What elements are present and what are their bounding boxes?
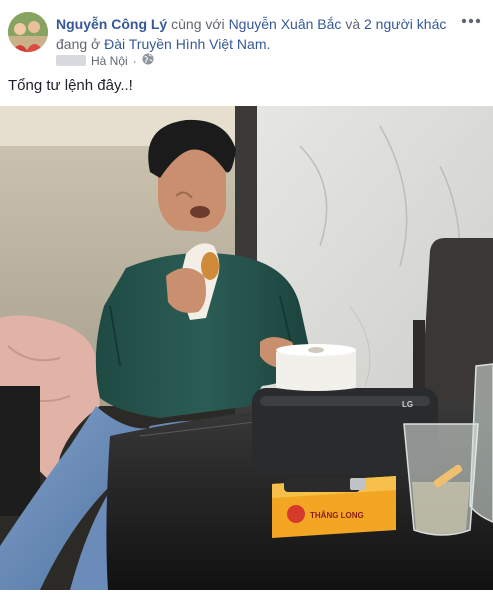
post-meta: Hà Nội ·	[56, 53, 154, 68]
post-photo[interactable]: LG THĂNG LONG	[0, 106, 493, 590]
and-text: và	[345, 16, 361, 32]
more-options-icon[interactable]	[457, 10, 485, 32]
meta-separator: ·	[132, 53, 137, 68]
facebook-post: Nguyễn Công Lý cùng với Nguyễn Xuân Bắc …	[0, 0, 493, 590]
location-text[interactable]: Hà Nội	[91, 54, 128, 68]
speaker-brand-label: LG	[402, 400, 413, 409]
cigarette-brand-label: THĂNG LONG	[310, 511, 364, 520]
at-text: đang ở	[56, 36, 101, 52]
with-text: cùng với	[171, 16, 225, 32]
globe-icon[interactable]	[142, 53, 154, 68]
author-avatar[interactable]	[8, 12, 48, 52]
tagged-friend-link[interactable]: Nguyễn Xuân Bắc	[229, 16, 342, 32]
timestamp-redacted[interactable]	[56, 55, 86, 66]
post-caption: Tổng tư lệnh đây..!	[8, 77, 133, 94]
post-header: Nguyễn Công Lý cùng với Nguyễn Xuân Bắc …	[56, 14, 456, 54]
others-link[interactable]: 2 người khác	[364, 16, 446, 32]
place-link[interactable]: Đài Truyền Hình Việt Nam.	[104, 36, 270, 52]
author-name-link[interactable]: Nguyễn Công Lý	[56, 16, 167, 32]
